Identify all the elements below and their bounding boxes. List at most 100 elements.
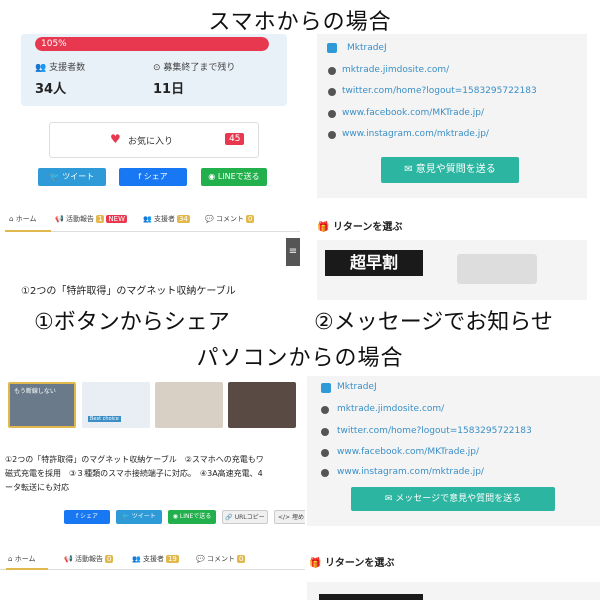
twitter-link[interactable]: twitter.com/home?logout=1583295722183 xyxy=(342,86,537,96)
pc-project-tabs: ⌂ ホーム 📢 活動報告 0 👥 支援者 19 💬 コメント 0 xyxy=(0,548,305,570)
product-thumbnail[interactable]: もう断線しない xyxy=(8,382,76,428)
twitter-name-link[interactable]: MktradeJ xyxy=(337,382,377,392)
tab-comment[interactable]: 💬 コメント 0 xyxy=(196,554,246,564)
tweet-label: ツイート xyxy=(131,513,156,520)
active-tab-indicator xyxy=(5,230,51,232)
facebook-link[interactable]: www.facebook.com/MKTrade.jp/ xyxy=(342,108,484,118)
supporters-badge: 19 xyxy=(165,555,179,563)
return-title-text: リターンを選ぶ xyxy=(332,222,403,233)
twitter-icon xyxy=(327,43,337,53)
description-line: ①2つの「特許取得」のマグネット収納ケーブル xyxy=(21,286,236,297)
gift-icon: 🎁 xyxy=(317,222,330,233)
line-label: LINEで送る xyxy=(179,513,212,520)
product-thumbnail[interactable]: Best choice xyxy=(82,382,150,428)
early-bird-banner: 超早割 xyxy=(325,250,423,276)
gift-icon: 🎁 xyxy=(309,558,322,569)
twitter-icon: 🐦 xyxy=(49,172,60,181)
comment-badge: 0 xyxy=(245,215,255,223)
clock-icon: ⊙ xyxy=(153,63,161,73)
tab-supporters[interactable]: 👥 支援者 19 xyxy=(132,554,179,564)
favorite-label: お気に入り xyxy=(128,137,174,147)
facebook-share-button[interactable]: f シェア xyxy=(64,510,110,524)
activity-badge: 0 xyxy=(104,555,114,563)
website-link[interactable]: mktrade.jimdosite.com/ xyxy=(337,404,444,414)
message-button-label: メッセージで意見や質問を送る xyxy=(395,494,522,504)
users-icon: 👥 xyxy=(143,215,152,223)
home-icon: ⌂ xyxy=(9,215,14,223)
pc-heading: パソコンからの場合 xyxy=(196,346,404,371)
website-link[interactable]: mktrade.jimdosite.com/ xyxy=(342,65,449,75)
thumbnail-label: もう断線しない xyxy=(14,388,56,395)
tab-activity[interactable]: 📢 活動報告 1 NEW xyxy=(55,214,128,224)
return-item[interactable] xyxy=(307,582,600,600)
pc-contact-panel: MktradeJ mktrade.jimdosite.com/ twitter.… xyxy=(307,376,600,600)
instagram-link[interactable]: www.instagram.com/mktrade.jp/ xyxy=(337,467,484,477)
facebook-icon: f xyxy=(75,513,79,520)
facebook-share-button[interactable]: f シェア xyxy=(119,168,187,186)
tab-activity-label: 活動報告 xyxy=(65,215,94,223)
return-title: 🎁 リターンを選ぶ xyxy=(309,554,394,569)
caption-message: ②メッセージでお知らせ xyxy=(314,310,553,335)
line-share-button[interactable]: ◉ LINEで送る xyxy=(168,510,216,524)
favorite-button[interactable]: ♥ お気に入り 45 xyxy=(49,122,259,158)
twitter-name-link[interactable]: MktradeJ xyxy=(347,43,387,53)
supporters-label: 👥 支援者数 xyxy=(35,60,85,73)
globe-icon xyxy=(328,67,336,75)
comment-icon: 💬 xyxy=(196,555,205,563)
embed-button[interactable]: </> 埋め xyxy=(274,510,305,524)
line-icon: ◉ xyxy=(208,172,216,181)
facebook-icon: f xyxy=(138,172,142,181)
cable-image xyxy=(457,254,537,284)
deadline-value: 11日 xyxy=(153,82,185,97)
globe-icon xyxy=(328,110,336,118)
twitter-link[interactable]: twitter.com/home?logout=1583295722183 xyxy=(337,426,532,436)
line-label: LINEで送る xyxy=(217,172,260,181)
tab-activity-label: 活動報告 xyxy=(74,555,103,563)
deadline-label-text: 募集終了まで残り xyxy=(163,63,236,73)
envelope-icon: ✉ xyxy=(384,494,393,504)
line-icon: ◉ xyxy=(172,513,178,520)
share-label: シェア xyxy=(80,513,99,520)
tab-home-label: ホーム xyxy=(14,555,36,563)
return-item[interactable]: 超早割 xyxy=(317,240,587,300)
send-message-button[interactable]: ✉ メッセージで意見や質問を送る xyxy=(351,487,555,511)
facebook-link[interactable]: www.facebook.com/MKTrade.jp/ xyxy=(337,447,479,457)
return-title: 🎁 リターンを選ぶ xyxy=(317,218,402,233)
menu-icon[interactable]: ≡ xyxy=(286,238,300,266)
instagram-link[interactable]: www.instagram.com/mktrade.jp/ xyxy=(342,129,489,139)
stats-box: 105% 👥 支援者数 ⊙ 募集終了まで残り 34人 11日 xyxy=(21,34,287,106)
active-tab-indicator xyxy=(6,568,48,570)
tab-comment[interactable]: 💬 コメント 0 xyxy=(205,214,255,224)
pc-description-line: ータ転送にも対応 xyxy=(5,483,69,492)
supporters-badge: 34 xyxy=(176,215,190,223)
tab-supporters[interactable]: 👥 支援者 34 xyxy=(143,214,190,224)
megaphone-icon: 📢 xyxy=(55,215,64,223)
line-share-button[interactable]: ◉ LINEで送る xyxy=(201,168,267,186)
product-thumbnail[interactable] xyxy=(228,382,296,428)
tab-home[interactable]: ⌂ ホーム xyxy=(8,554,35,564)
users-icon: 👥 xyxy=(35,63,47,73)
url-copy-button[interactable]: 🔗 URLコピー xyxy=(222,510,268,524)
tweet-button[interactable]: 🐦 ツイート xyxy=(38,168,106,186)
embed-label: 埋め xyxy=(291,514,304,521)
envelope-icon: ✉ xyxy=(404,164,413,175)
globe-icon xyxy=(321,469,329,477)
tweet-button[interactable]: 🐦 ツイート xyxy=(116,510,162,524)
megaphone-icon: 📢 xyxy=(64,555,73,563)
return-banner-edge xyxy=(319,594,423,600)
tab-home[interactable]: ⌂ ホーム xyxy=(9,214,36,224)
send-message-button[interactable]: ✉ 意見や質問を送る xyxy=(381,157,519,183)
phone-project-panel: 105% 👥 支援者数 ⊙ 募集終了まで残り 34人 11日 ♥ お気に入り 4… xyxy=(5,34,300,300)
pc-project-panel: もう断線しない Best choice ①2つの「特許取得」のマグネット収納ケー… xyxy=(0,376,305,600)
home-icon: ⌂ xyxy=(8,555,13,563)
deadline-label: ⊙ 募集終了まで残り xyxy=(153,60,235,73)
product-thumbnail[interactable] xyxy=(155,382,223,428)
progress-bar: 105% xyxy=(35,37,269,51)
share-label: シェア xyxy=(143,172,168,181)
link-icon: 🔗 xyxy=(225,514,233,521)
contact-box: MktradeJ mktrade.jimdosite.com/ twitter.… xyxy=(307,376,600,526)
tab-home-label: ホーム xyxy=(15,215,37,223)
tab-activity[interactable]: 📢 活動報告 0 xyxy=(64,554,114,564)
phone-contact-panel: MktradeJ mktrade.jimdosite.com/ twitter.… xyxy=(305,34,600,300)
heart-icon: ♥ xyxy=(110,132,121,146)
